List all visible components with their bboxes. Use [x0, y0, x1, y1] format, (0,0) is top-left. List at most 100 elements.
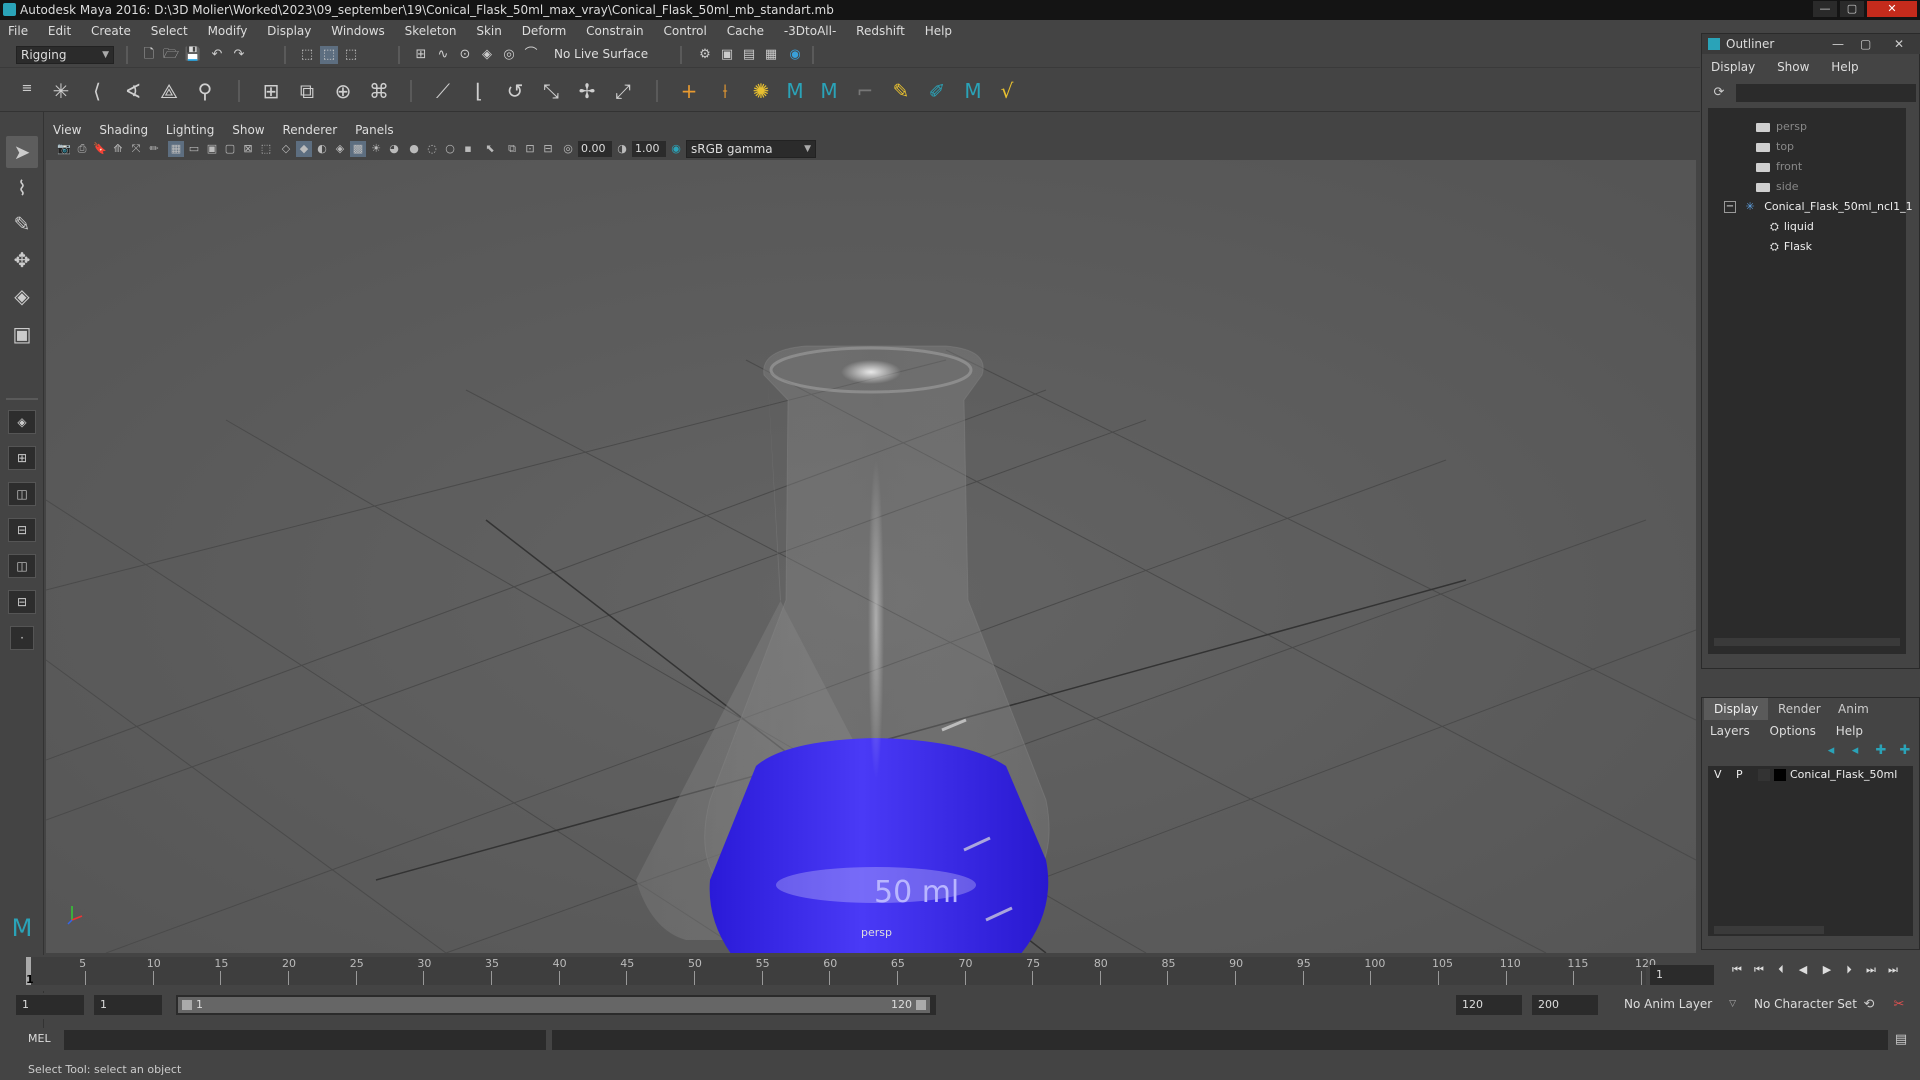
minimize-button[interactable]: —	[1813, 1, 1837, 17]
select-by-component-icon[interactable]: ⬚	[342, 46, 360, 64]
menuset-dropdown[interactable]: Rigging ▼	[16, 46, 114, 64]
layer-menu-options[interactable]: Options	[1762, 722, 1824, 740]
step-forward-frame-icon[interactable]: ⏵	[1840, 961, 1858, 979]
grease-pencil-icon[interactable]: ✏	[146, 141, 162, 157]
xray-joints-icon[interactable]: ⊡	[522, 141, 538, 157]
menu-control[interactable]: Control	[655, 20, 714, 42]
menu-skeleton[interactable]: Skeleton	[397, 20, 465, 42]
lattice-icon[interactable]: ⧉	[294, 78, 320, 104]
joint-tool-icon[interactable]: ✳	[48, 78, 74, 104]
cluster-icon[interactable]: ⊞	[258, 78, 284, 104]
select-by-hierarchy-icon[interactable]: ⬚	[298, 46, 316, 64]
select-by-object-icon[interactable]: ⬚	[320, 46, 338, 64]
open-scene-icon[interactable]: 🗁	[162, 46, 180, 64]
layer-visibility-toggle[interactable]: V	[1714, 766, 1722, 784]
layer-menu-layers[interactable]: Layers	[1702, 722, 1758, 740]
layer-horizontal-scrollbar[interactable]	[1714, 926, 1824, 934]
outliner-item-front[interactable]: front	[1756, 158, 1802, 176]
outliner-item-flask[interactable]: ⛭ Flask	[1770, 238, 1812, 256]
viewport-menu-lighting[interactable]: Lighting	[159, 121, 222, 139]
layer-color-swatch[interactable]	[1774, 769, 1786, 781]
xray-components-icon[interactable]: ⊟	[540, 141, 556, 157]
depth-of-field-icon[interactable]: ▪	[460, 141, 476, 157]
step-back-frame-icon[interactable]: ⏴	[1772, 961, 1790, 979]
screen-space-ao-icon[interactable]: ●	[406, 141, 422, 157]
two-d-pan-zoom-icon[interactable]: ⤧	[128, 141, 144, 157]
snap-surface-icon[interactable]: ⌒	[522, 46, 540, 64]
script-editor-icon[interactable]: ▤	[1892, 1031, 1910, 1049]
maya-script-2-icon[interactable]: M	[816, 78, 842, 104]
four-view-layout-button[interactable]: ⊞	[8, 446, 36, 470]
paint-weights-icon[interactable]: ✎	[888, 78, 914, 104]
pole-vector-constraint-icon[interactable]: ⤢	[610, 78, 636, 104]
close-icon[interactable]: ✕	[1894, 34, 1904, 54]
layer-playback-toggle[interactable]: P	[1736, 766, 1743, 784]
image-plane-icon[interactable]: ⟰	[110, 141, 126, 157]
menu-display[interactable]: Display	[259, 20, 319, 42]
outliner-menu-show[interactable]: Show	[1768, 58, 1818, 76]
range-start-handle-icon[interactable]	[182, 1000, 192, 1010]
snap-point-icon[interactable]: ⊙	[456, 46, 474, 64]
select-tool-icon[interactable]: ➤	[6, 136, 38, 168]
persp-hypershade-layout-button[interactable]: ◫	[8, 554, 36, 578]
wrap-icon[interactable]: ⊕	[330, 78, 356, 104]
wireframe-on-shaded-icon[interactable]: ◈	[332, 141, 348, 157]
camera-select-icon[interactable]: 📷	[56, 141, 72, 157]
command-input[interactable]	[64, 1030, 546, 1050]
film-gate-icon[interactable]: ▭	[186, 141, 202, 157]
render-view-icon[interactable]: ▦	[762, 46, 780, 64]
menu-deform[interactable]: Deform	[514, 20, 575, 42]
paint-brush-icon[interactable]: ✐	[924, 78, 950, 104]
playback-end-field[interactable]: 120	[1456, 995, 1522, 1015]
color-management-icon[interactable]: ◉	[668, 141, 684, 157]
color-space-dropdown[interactable]: sRGB gamma ▼	[686, 140, 816, 158]
persp-graph-hypershade-layout-button[interactable]: ⊟	[8, 590, 36, 614]
viewport-menu-show[interactable]: Show	[225, 121, 271, 139]
move-layer-down-icon[interactable]: ◂	[1846, 742, 1864, 760]
use-all-lights-icon[interactable]: ☀	[368, 141, 384, 157]
outliner-horizontal-scrollbar[interactable]	[1714, 638, 1900, 646]
menu-constrain[interactable]: Constrain	[578, 20, 652, 42]
playback-start-field[interactable]: 1	[94, 995, 162, 1015]
shadows-icon[interactable]: ◕	[386, 141, 402, 157]
rotate-tool-icon[interactable]: ◈	[6, 280, 38, 312]
persp-outliner-layout-button[interactable]: ◫	[8, 482, 36, 506]
minimize-icon[interactable]: —	[1832, 34, 1844, 54]
snap-view-plane-icon[interactable]: ◈	[478, 46, 496, 64]
perspective-viewport[interactable]: 50 ml persp	[46, 160, 1696, 953]
curve-tool-icon[interactable]: ⌐	[852, 78, 878, 104]
resolution-gate-icon[interactable]: ▣	[204, 141, 220, 157]
more-layouts-button[interactable]: ·	[10, 626, 34, 650]
safe-action-icon[interactable]: ⬚	[258, 141, 274, 157]
auto-key-icon[interactable]: ⟲	[1860, 996, 1878, 1014]
render-current-frame-icon[interactable]: ▣	[718, 46, 736, 64]
current-frame-field[interactable]: 1	[1650, 965, 1714, 985]
parent-constraint-icon[interactable]: ✢	[574, 78, 600, 104]
ik-spline-icon[interactable]: ∢	[120, 78, 146, 104]
field-chart-icon[interactable]: ⊠	[240, 141, 256, 157]
redshift-light-icon[interactable]: ✺	[748, 78, 774, 104]
outliner-menu-help[interactable]: Help	[1822, 58, 1867, 76]
viewport-menu-renderer[interactable]: Renderer	[275, 121, 344, 139]
sculpt-icon[interactable]: ⌘	[366, 78, 392, 104]
maya-script-icon[interactable]: M	[782, 78, 808, 104]
grid-toggle-icon[interactable]: ▦	[168, 141, 184, 157]
viewport-menu-panels[interactable]: Panels	[348, 121, 401, 139]
scale-constraint-icon[interactable]: ⤡	[538, 78, 564, 104]
check-tool-icon[interactable]: √	[994, 78, 1020, 104]
outliner-item-liquid[interactable]: ⛭ liquid	[1770, 218, 1814, 236]
save-scene-icon[interactable]: 💾	[184, 46, 202, 64]
make-live-icon[interactable]: ◎	[500, 46, 518, 64]
menu-create[interactable]: Create	[83, 20, 139, 42]
outliner-item-flask-group[interactable]: − ✳ Conical_Flask_50ml_ncl1_1	[1724, 198, 1913, 216]
shelf-menu-icon[interactable]: ≡	[18, 80, 36, 98]
menu-modify[interactable]: Modify	[200, 20, 256, 42]
menu-cache[interactable]: Cache	[719, 20, 772, 42]
bookmark-icon[interactable]: 🔖	[92, 141, 108, 157]
anim-layer-dropdown[interactable]: No Anim Layer ▽	[1620, 996, 1740, 1014]
animation-end-field[interactable]: 200	[1532, 995, 1598, 1015]
go-to-start-icon[interactable]: ⏮	[1728, 961, 1746, 979]
render-settings-icon[interactable]: ⚙	[696, 46, 714, 64]
single-perspective-view-button[interactable]: ◈	[8, 410, 36, 434]
redo-icon[interactable]: ↷	[230, 46, 248, 64]
